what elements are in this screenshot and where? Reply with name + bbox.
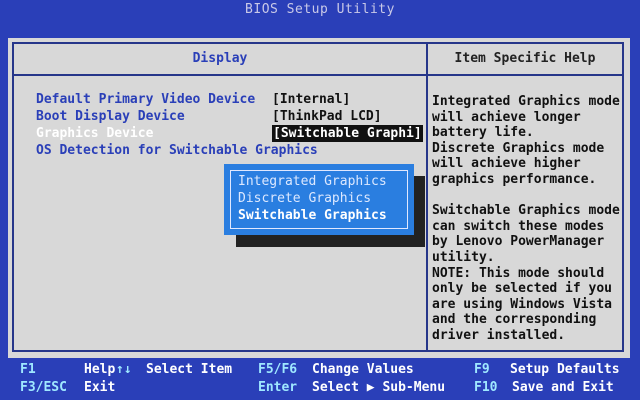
arrow-updown-icon: ↑↓ (116, 362, 132, 377)
menu-item-label: Default Primary Video Device (36, 92, 256, 107)
display-header: Display (192, 51, 248, 66)
key-f1: F1 (20, 362, 36, 377)
key-f10: F10 (474, 380, 498, 395)
help-text: Integrated Graphics mode will achieve lo… (432, 94, 620, 343)
menu-item-value[interactable]: [ThinkPad LCD] (272, 108, 382, 125)
key-select-item-label: Select Item (146, 362, 233, 377)
option-discrete-graphics[interactable]: Discrete Graphics (238, 190, 387, 207)
key-help-label: Help (84, 362, 116, 377)
graphics-device-popup: Integrated Graphics Discrete Graphics Sw… (224, 164, 414, 235)
option-switchable-graphics[interactable]: Switchable Graphics (238, 207, 387, 224)
menu-item-boot-display-device[interactable]: Boot Display Device [ThinkPad LCD] (36, 108, 382, 125)
key-select-submenu-label: Select ▶ Sub-Menu (312, 380, 446, 395)
menu-item-value[interactable]: [Internal] (272, 91, 350, 108)
option-integrated-graphics[interactable]: Integrated Graphics (238, 173, 387, 190)
window-title: BIOS Setup Utility (245, 2, 395, 17)
menu-item-default-primary-video[interactable]: Default Primary Video Device [Internal] (36, 91, 350, 108)
menu-item-graphics-device[interactable]: Graphics Device [Switchable Graphi] (36, 125, 423, 142)
key-f9: F9 (474, 362, 490, 377)
menu-item-os-detection[interactable]: OS Detection for Switchable Graphics (36, 142, 318, 159)
menu-item-value[interactable]: [Switchable Graphi] (272, 125, 423, 142)
menu-item-label: OS Detection for Switchable Graphics (36, 143, 318, 158)
menu-item-label: Boot Display Device (36, 109, 185, 124)
key-f5f6: F5/F6 (258, 362, 298, 377)
key-enter: Enter (258, 380, 298, 395)
key-f3esc: F3/ESC (20, 380, 67, 395)
vertical-divider (426, 44, 428, 350)
popup-options: Integrated Graphics Discrete Graphics Sw… (238, 173, 387, 224)
help-header: Item Specific Help (454, 51, 596, 66)
key-exit-label: Exit (84, 380, 116, 395)
key-change-values-label: Change Values (312, 362, 414, 377)
horizontal-divider (14, 74, 622, 76)
settings-menu: Default Primary Video Device [Internal] … (36, 91, 423, 159)
key-save-exit-label: Save and Exit (512, 380, 614, 395)
menu-item-label: Graphics Device (36, 126, 154, 141)
key-setup-defaults-label: Setup Defaults (510, 362, 620, 377)
key-legend: F1 Help ↑↓ Select Item F5/F6 Change Valu… (0, 358, 640, 400)
